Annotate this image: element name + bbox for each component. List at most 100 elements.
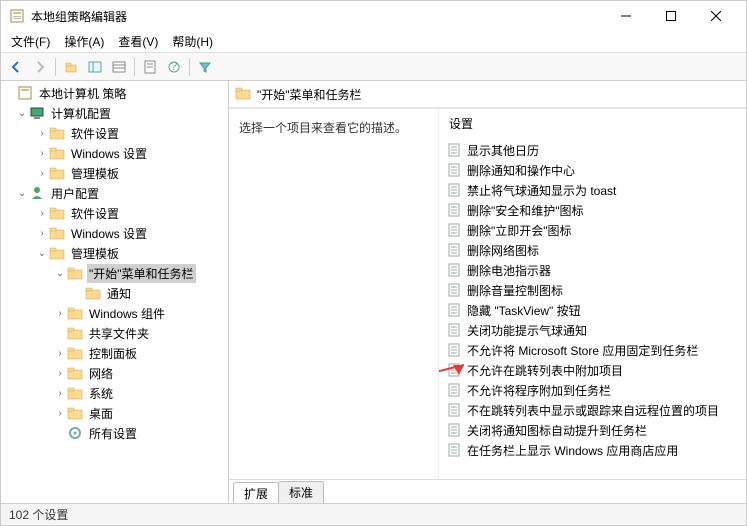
- policy-item[interactable]: 不允许将程序附加到任务栏: [439, 380, 746, 400]
- tree-label: 软件设置: [69, 124, 121, 143]
- tree-computer-config[interactable]: ⌄ 计算机配置: [1, 103, 228, 123]
- expander-icon[interactable]: ›: [53, 366, 67, 380]
- policy-item[interactable]: 删除电池指示器: [439, 260, 746, 280]
- policy-label: 不在跳转列表中显示或跟踪来自远程位置的项目: [467, 402, 719, 419]
- expander-icon[interactable]: ⌄: [15, 106, 29, 120]
- expander-icon[interactable]: ›: [53, 346, 67, 360]
- policy-item[interactable]: 不允许在跳转列表中附加项目: [439, 360, 746, 380]
- location-title: "开始"菜单和任务栏: [257, 86, 362, 103]
- policy-item[interactable]: 显示其他日历: [439, 140, 746, 160]
- policy-item[interactable]: 关闭功能提示气球通知: [439, 320, 746, 340]
- folder-icon: [49, 145, 65, 161]
- tree-item[interactable]: ›软件设置: [1, 203, 228, 223]
- tree-user-config[interactable]: ⌄ 用户配置: [1, 183, 228, 203]
- policy-icon: [447, 183, 461, 197]
- filter-button[interactable]: [194, 56, 216, 78]
- policy-list[interactable]: 设置 显示其他日历删除通知和操作中心禁止将气球通知显示为 toast删除"安全和…: [439, 109, 746, 479]
- expander-icon[interactable]: ›: [35, 146, 49, 160]
- details-button[interactable]: [108, 56, 130, 78]
- policy-item[interactable]: 不允许将 Microsoft Store 应用固定到任务栏: [439, 340, 746, 360]
- tree-item[interactable]: 共享文件夹: [1, 323, 228, 343]
- tree-item[interactable]: › Windows 组件: [1, 303, 228, 323]
- tree-item[interactable]: › 系统: [1, 383, 228, 403]
- tree-label: Windows 组件: [87, 304, 167, 323]
- tree-item[interactable]: 通知: [1, 283, 228, 303]
- tree-label: 系统: [87, 384, 115, 403]
- tree-item[interactable]: › 软件设置: [1, 123, 228, 143]
- policy-item[interactable]: 隐藏 "TaskView" 按钮: [439, 300, 746, 320]
- policy-icon: [447, 303, 461, 317]
- expander-icon[interactable]: ›: [35, 126, 49, 140]
- tree-item[interactable]: › 桌面: [1, 403, 228, 423]
- svg-text:?: ?: [171, 60, 178, 73]
- description-column: 选择一个项目来查看它的描述。: [229, 109, 439, 479]
- content-pane: "开始"菜单和任务栏 选择一个项目来查看它的描述。 设置 显示其他日历删除通知和…: [229, 81, 746, 503]
- policy-item[interactable]: 关闭将通知图标自动提升到任务栏: [439, 420, 746, 440]
- policy-item[interactable]: 删除网络图标: [439, 240, 746, 260]
- expander-icon[interactable]: ›: [35, 206, 49, 220]
- column-header-settings[interactable]: 设置: [439, 109, 746, 140]
- expander-icon[interactable]: [53, 426, 67, 440]
- content-header: "开始"菜单和任务栏: [229, 81, 746, 108]
- tab-standard[interactable]: 标准: [278, 481, 324, 503]
- expander-icon[interactable]: ›: [53, 406, 67, 420]
- back-button[interactable]: [5, 56, 27, 78]
- policy-label: 不允许在跳转列表中附加项目: [467, 362, 623, 379]
- policy-icon: [447, 403, 461, 417]
- show-tree-button[interactable]: [84, 56, 106, 78]
- policy-root-icon: [17, 85, 33, 101]
- expander-icon[interactable]: ⌄: [53, 266, 67, 280]
- policy-item[interactable]: 不在跳转列表中显示或跟踪来自远程位置的项目: [439, 400, 746, 420]
- policy-item[interactable]: 禁止将气球通知显示为 toast: [439, 180, 746, 200]
- expander-icon[interactable]: ›: [53, 386, 67, 400]
- tree-item[interactable]: ›管理模板: [1, 163, 228, 183]
- minimize-button[interactable]: [603, 2, 648, 30]
- policy-item[interactable]: 删除通知和操作中心: [439, 160, 746, 180]
- menu-view[interactable]: 查看(V): [112, 31, 164, 52]
- tree-item-all-settings[interactable]: 所有设置: [1, 423, 228, 443]
- policy-item[interactable]: 删除音量控制图标: [439, 280, 746, 300]
- expander-icon[interactable]: ›: [53, 306, 67, 320]
- tree-item[interactable]: ›Windows 设置: [1, 223, 228, 243]
- expander-icon[interactable]: [3, 86, 17, 100]
- policy-icon: [447, 223, 461, 237]
- settings-icon: [67, 425, 83, 441]
- policy-item[interactable]: 删除"立即开会"图标: [439, 220, 746, 240]
- tab-extended[interactable]: 扩展: [233, 482, 279, 503]
- tree-item[interactable]: ›控制面板: [1, 343, 228, 363]
- expander-icon[interactable]: [53, 326, 67, 340]
- folder-icon: [49, 125, 65, 141]
- policy-item[interactable]: 在任务栏上显示 Windows 应用商店应用: [439, 440, 746, 460]
- up-button[interactable]: [60, 56, 82, 78]
- status-bar: 102 个设置: [1, 503, 746, 525]
- forward-button[interactable]: [29, 56, 51, 78]
- tree-item-start-menu[interactable]: ⌄"开始"菜单和任务栏: [1, 263, 228, 283]
- expander-icon[interactable]: [71, 286, 85, 300]
- help-button[interactable]: ?: [163, 56, 185, 78]
- expander-icon[interactable]: ›: [35, 226, 49, 240]
- policy-icon: [447, 323, 461, 337]
- tree-item[interactable]: ⌄管理模板: [1, 243, 228, 263]
- maximize-button[interactable]: [648, 2, 693, 30]
- tree-pane[interactable]: 本地计算机 策略 ⌄ 计算机配置 › 软件设置 ›Windows 设置 ›管理模板…: [1, 81, 229, 503]
- policy-icon: [447, 343, 461, 357]
- menu-action[interactable]: 操作(A): [58, 31, 110, 52]
- menu-file[interactable]: 文件(F): [5, 31, 56, 52]
- folder-icon: [67, 305, 83, 321]
- folder-icon: [85, 285, 101, 301]
- folder-icon: [49, 245, 65, 261]
- policy-label: 不允许将 Microsoft Store 应用固定到任务栏: [467, 342, 698, 359]
- expander-icon[interactable]: ⌄: [35, 246, 49, 260]
- close-button[interactable]: [693, 2, 738, 30]
- properties-button[interactable]: [139, 56, 161, 78]
- tree-root[interactable]: 本地计算机 策略: [1, 83, 228, 103]
- expander-icon[interactable]: ›: [35, 166, 49, 180]
- policy-icon: [447, 443, 461, 457]
- tree-label: 桌面: [87, 404, 115, 423]
- policy-label: 不允许将程序附加到任务栏: [467, 382, 611, 399]
- menu-help[interactable]: 帮助(H): [166, 31, 219, 52]
- policy-item[interactable]: 删除"安全和维护"图标: [439, 200, 746, 220]
- tree-item[interactable]: ›Windows 设置: [1, 143, 228, 163]
- expander-icon[interactable]: ⌄: [15, 186, 29, 200]
- tree-item[interactable]: ›网络: [1, 363, 228, 383]
